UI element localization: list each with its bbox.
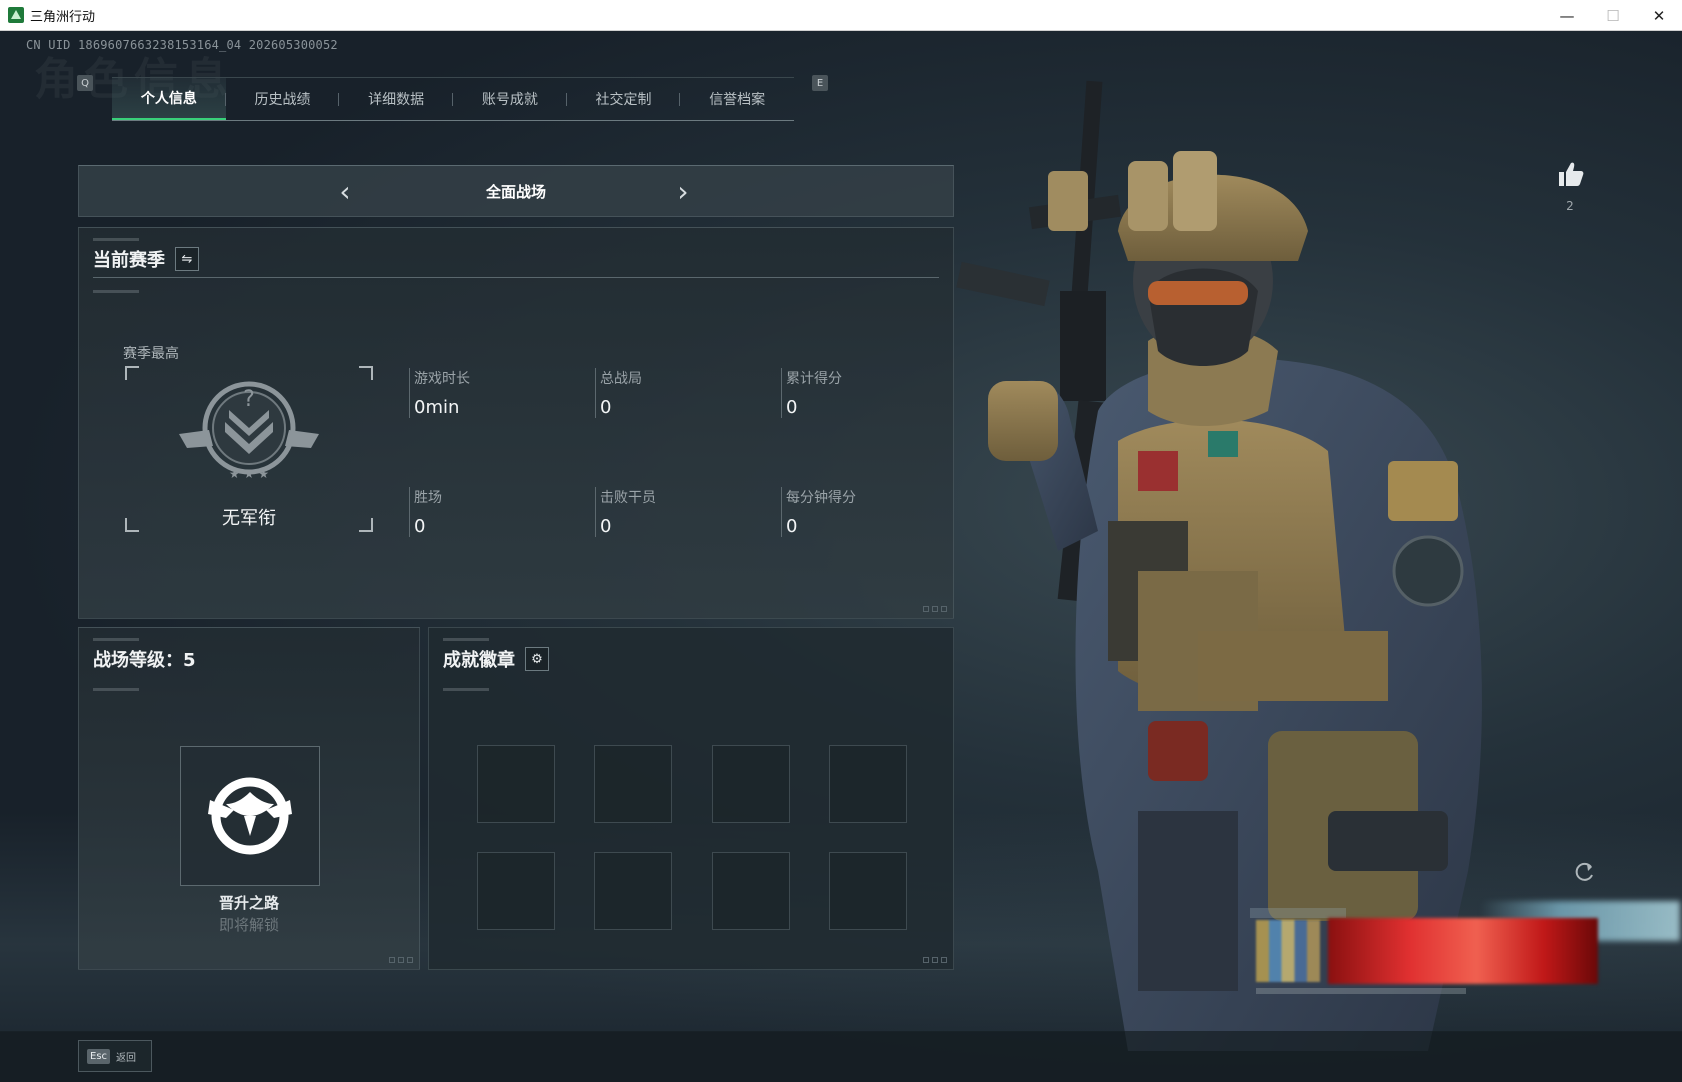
svg-text:★ ★ ★: ★ ★ ★ <box>229 467 269 481</box>
namecard-banner <box>1328 918 1598 984</box>
promotion-path-status: 即将解锁 <box>218 916 279 934</box>
profile-tab-bar: 个人信息 历史战绩 详细数据 账号成就 社交定制 信誉档案 <box>112 77 794 121</box>
stat-value: 0 <box>600 397 612 418</box>
stat-total-matches: 总战局 0 <box>595 368 765 418</box>
achievement-badges-panel: 成就徽章 ⚙ <box>428 627 954 970</box>
stat-play-time: 游戏时长 0min <box>409 368 579 418</box>
player-avatar <box>1256 920 1320 982</box>
back-label: 返回 <box>116 1052 137 1064</box>
badge-slot[interactable] <box>712 852 790 930</box>
maximize-button[interactable]: ☐ <box>1590 0 1636 31</box>
rank-name: 无军衔 <box>222 508 276 529</box>
stat-value: 0 <box>786 397 798 418</box>
chevron-right-icon[interactable]: › <box>669 178 697 206</box>
window-controls: — ☐ ✕ <box>1544 0 1682 31</box>
like-count: 2 <box>1566 199 1574 213</box>
tab-credit-record[interactable]: 信誉档案 <box>680 78 794 120</box>
bottom-bar <box>0 1031 1682 1082</box>
panel-tag-decoration <box>443 688 489 691</box>
player-namecard[interactable] <box>1250 908 1606 998</box>
badge-slot[interactable] <box>829 852 907 930</box>
season-best-label: 赛季最高 <box>123 346 179 362</box>
stat-value: 0min <box>414 397 460 418</box>
panel-corner-decoration <box>389 957 413 963</box>
tab-personal-info[interactable]: 个人信息 <box>112 78 226 120</box>
badge-slot[interactable] <box>477 745 555 823</box>
panel-tag-decoration <box>93 688 139 691</box>
stat-operators-defeated: 击败干员 0 <box>595 487 765 537</box>
thumbs-up-icon[interactable] <box>1555 159 1585 189</box>
season-rank-frame: ? ★ ★ ★ 无军衔 <box>125 366 373 532</box>
panel-tag-decoration <box>93 290 139 293</box>
mode-selector: ‹ 全面战场 › <box>78 165 954 217</box>
gear-icon[interactable]: ⚙ <box>525 647 549 671</box>
app-logo-icon <box>8 7 24 23</box>
namecard-tagline <box>1256 988 1466 994</box>
tab-next-key-hint[interactable]: E <box>812 75 828 91</box>
badge-slot[interactable] <box>712 745 790 823</box>
badges-header: 成就徽章 ⚙ <box>443 646 549 672</box>
level-heading: 战场等级：5 <box>93 650 196 671</box>
swap-icon[interactable]: ⇋ <box>175 247 199 271</box>
stat-value: 0 <box>414 516 426 537</box>
panel-corner-decoration <box>923 957 947 963</box>
esc-key-hint: Esc <box>87 1048 111 1064</box>
tab-account-achievements[interactable]: 账号成就 <box>453 78 567 120</box>
player-uid: CN UID 1869607663238153164_04 2026053000… <box>26 38 338 52</box>
chevron-left-icon[interactable]: ‹ <box>331 178 359 206</box>
tab-social-customization[interactable]: 社交定制 <box>567 78 681 120</box>
stat-total-score: 累计得分 0 <box>781 368 951 418</box>
panel-tag-decoration <box>93 638 139 641</box>
badge-slot[interactable] <box>594 852 672 930</box>
window-titlebar: 三角洲行动 — ☐ ✕ <box>0 0 1682 31</box>
stat-score-per-minute: 每分钟得分 0 <box>781 487 951 537</box>
window-title: 三角洲行动 <box>30 9 96 25</box>
stat-label: 胜场 <box>414 490 442 506</box>
current-season-panel: 当前赛季 ⇋ 赛季最高 ? ★ ★ ★ 无军衔 游戏时长 0min 总战局 0 … <box>78 227 954 619</box>
badge-slot[interactable] <box>477 852 555 930</box>
back-button[interactable]: Esc 返回 <box>78 1040 152 1072</box>
battlefield-level-panel: 战场等级：5 晋升之路 即将解锁 <box>78 627 420 970</box>
season-divider <box>93 277 939 278</box>
close-button[interactable]: ✕ <box>1636 0 1682 31</box>
mode-title: 全面战场 <box>485 182 546 201</box>
stat-value: 0 <box>786 516 798 537</box>
stat-value: 0 <box>600 516 612 537</box>
tab-prev-key-hint[interactable]: Q <box>77 75 93 91</box>
badge-slot[interactable] <box>594 745 672 823</box>
promotion-path-card[interactable] <box>180 746 320 886</box>
badge-slot[interactable] <box>829 745 907 823</box>
svg-text:?: ? <box>243 387 255 412</box>
level-header: 战场等级：5 <box>93 646 196 672</box>
stat-label: 游戏时长 <box>414 371 470 387</box>
stat-label: 总战局 <box>600 371 642 387</box>
tab-match-history[interactable]: 历史战绩 <box>226 78 340 120</box>
game-viewport: 角色信息 CN UID 1869607663238153164_04 20260… <box>0 31 1682 1082</box>
minimize-button[interactable]: — <box>1544 0 1590 31</box>
stat-wins: 胜场 0 <box>409 487 579 537</box>
stat-label: 每分钟得分 <box>786 490 856 506</box>
stat-label: 击败干员 <box>600 490 656 506</box>
refresh-icon[interactable] <box>1574 861 1596 883</box>
tab-detailed-data[interactable]: 详细数据 <box>339 78 453 120</box>
season-heading: 当前赛季 <box>93 250 165 271</box>
panel-tag-decoration <box>443 638 489 641</box>
stat-label: 累计得分 <box>786 371 842 387</box>
eagle-emblem-icon <box>208 777 292 855</box>
panel-corner-decoration <box>923 606 947 612</box>
namecard-frame <box>1250 908 1346 918</box>
frame-corner <box>359 366 373 380</box>
frame-corner <box>125 366 139 380</box>
badges-heading: 成就徽章 <box>443 650 515 671</box>
season-header: 当前赛季 ⇋ <box>93 246 199 272</box>
panel-tag-decoration <box>93 238 139 241</box>
promotion-path-title: 晋升之路 <box>218 894 279 912</box>
rank-emblem-icon: ? ★ ★ ★ <box>179 381 319 481</box>
